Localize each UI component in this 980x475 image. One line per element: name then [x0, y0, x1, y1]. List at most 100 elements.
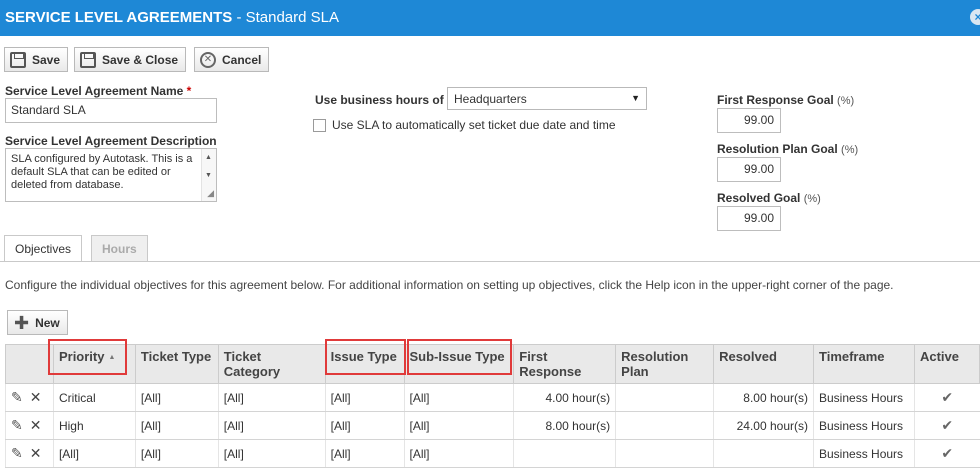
resolved-goal-text: Resolved Goal [717, 191, 801, 205]
active-cell: ✔ [913, 439, 980, 468]
resolved-goal-label: Resolved Goal (%) [717, 191, 821, 205]
sla-description-textarea[interactable]: SLA configured by Autotask. This is a de… [5, 148, 217, 202]
sub-issue-type-cell: [All] [403, 383, 514, 412]
sla-name-label: Service Level Agreement Name * [5, 84, 191, 98]
edit-pencil-icon[interactable]: ✎ [11, 417, 23, 434]
ticket-type-cell: [All] [134, 383, 219, 412]
resolved-column-header[interactable]: Resolved [713, 344, 814, 384]
cancel-button[interactable]: ✕ Cancel [194, 47, 270, 72]
resolved-cell: 8.00 hour(s) [713, 383, 814, 412]
save-close-button-label: Save & Close [102, 52, 179, 67]
actions-column-header [5, 344, 54, 384]
priority-cell: Critical [52, 383, 136, 412]
tab-hours[interactable]: Hours [91, 235, 148, 261]
priority-column-header[interactable]: Priority ▲ [52, 344, 136, 384]
resolved-goal-input[interactable]: 99.00 [717, 206, 781, 231]
resolution-plan-cell [615, 383, 714, 412]
floppy-icon [80, 51, 96, 68]
first-response-goal-unit: (%) [837, 95, 855, 107]
new-objective-button[interactable]: ✚ New [7, 310, 68, 335]
table-header-row: Priority ▲ Ticket Type Ticket Category Is… [5, 344, 980, 384]
issue-type-cell: [All] [324, 411, 404, 440]
save-button-label: Save [32, 52, 61, 67]
business-hours-label: Use business hours of [315, 93, 444, 107]
sla-description-text: SLA configured by Autotask. This is a de… [11, 153, 193, 191]
issue-type-cell: [All] [324, 383, 404, 412]
use-sla-checkbox[interactable] [313, 119, 326, 132]
resolved-cell [713, 439, 814, 468]
ticket-category-cell: [All] [217, 383, 326, 412]
edit-pencil-icon[interactable]: ✎ [11, 389, 23, 406]
resolution-plan-cell [615, 439, 714, 468]
scroll-up-icon[interactable]: ▲ [205, 151, 212, 164]
priority-cell: [All] [52, 439, 136, 468]
delete-x-icon[interactable]: ✕ [30, 445, 42, 462]
resolution-plan-goal-input[interactable]: 99.00 [717, 157, 781, 182]
delete-x-icon[interactable]: ✕ [30, 389, 42, 406]
resolution-plan-column-header[interactable]: Resolution Plan [615, 344, 715, 384]
resolved-goal-unit: (%) [803, 193, 821, 205]
sort-ascending-icon: ▲ [108, 354, 116, 362]
tab-objectives[interactable]: Objectives [4, 235, 83, 261]
resize-grip-icon[interactable]: ◢ [207, 187, 214, 200]
resolution-plan-goal-label: Resolution Plan Goal (%) [717, 142, 858, 156]
floppy-icon [10, 51, 26, 68]
checkmark-icon: ✔ [941, 417, 954, 433]
timeframe-column-header[interactable]: Timeframe [813, 344, 915, 384]
sub-issue-type-cell: [All] [403, 411, 514, 440]
business-hours-value: Headquarters [454, 92, 527, 106]
row-actions: ✎ ✕ [5, 439, 54, 468]
page-title: SERVICE LEVEL AGREEMENTS [5, 9, 233, 26]
ticket-category-cell: [All] [217, 411, 326, 440]
checkmark-icon: ✔ [941, 389, 954, 405]
sla-name-input[interactable]: Standard SLA [5, 98, 217, 123]
priority-header-label: Priority [58, 349, 105, 364]
first-response-cell [513, 439, 616, 468]
resolution-plan-goal-unit: (%) [841, 144, 859, 156]
ticket-category-column-header[interactable]: Ticket Category [217, 344, 326, 384]
ticket-category-cell: [All] [217, 439, 326, 468]
timeframe-cell: Business Hours [813, 411, 915, 440]
page-subtitle: - Standard SLA [232, 9, 340, 26]
sla-name-label-text: Service Level Agreement Name [5, 84, 184, 98]
issue-type-column-header[interactable]: Issue Type [324, 344, 405, 384]
save-close-button[interactable]: Save & Close [74, 47, 187, 72]
business-hours-select[interactable]: Headquarters ▼ [447, 87, 647, 110]
sub-issue-type-cell: [All] [403, 439, 514, 468]
resolution-plan-cell [615, 411, 714, 440]
active-cell: ✔ [913, 411, 980, 440]
table-row: ✎ ✕ [All] [All] [All] [All] [All] Busines… [5, 439, 980, 468]
first-response-goal-text: First Response Goal [717, 93, 834, 107]
table-row: ✎ ✕ High [All] [All] [All] [All] 8.00 hou… [5, 411, 980, 440]
save-button[interactable]: Save [4, 47, 69, 72]
first-response-goal-label: First Response Goal (%) [717, 93, 854, 107]
active-column-header[interactable]: Active [913, 344, 980, 384]
first-response-goal-input[interactable]: 99.00 [717, 108, 781, 133]
issue-type-cell: [All] [324, 439, 404, 468]
first-response-cell: 4.00 hour(s) [513, 383, 616, 412]
first-response-cell: 8.00 hour(s) [513, 411, 616, 440]
scroll-down-icon[interactable]: ▼ [205, 169, 212, 182]
row-actions: ✎ ✕ [5, 411, 54, 440]
tab-divider [0, 261, 980, 262]
plus-icon: ✚ [14, 312, 30, 333]
title-bar: SERVICE LEVEL AGREEMENTS - Standard SLA … [0, 0, 980, 36]
row-actions: ✎ ✕ [5, 383, 54, 412]
ticket-type-cell: [All] [134, 439, 219, 468]
first-response-column-header[interactable]: First Response [513, 344, 617, 384]
checkmark-icon: ✔ [941, 445, 954, 461]
resolution-plan-goal-text: Resolution Plan Goal [717, 142, 838, 156]
resolved-cell: 24.00 hour(s) [713, 411, 814, 440]
use-sla-label: Use SLA to automatically set ticket due … [332, 118, 616, 132]
timeframe-cell: Business Hours [813, 383, 915, 412]
cancel-button-label: Cancel [222, 52, 262, 67]
edit-pencil-icon[interactable]: ✎ [11, 445, 23, 462]
delete-x-icon[interactable]: ✕ [30, 417, 42, 434]
new-button-label: New [35, 315, 60, 330]
close-icon[interactable]: × [970, 9, 980, 25]
chevron-down-icon: ▼ [631, 93, 640, 103]
objectives-table: Priority ▲ Ticket Type Ticket Category Is… [5, 344, 980, 468]
ticket-type-column-header[interactable]: Ticket Type [134, 344, 219, 384]
sub-issue-type-column-header[interactable]: Sub-Issue Type [403, 344, 515, 384]
table-row: ✎ ✕ Critical [All] [All] [All] [All] 4.00… [5, 383, 980, 412]
